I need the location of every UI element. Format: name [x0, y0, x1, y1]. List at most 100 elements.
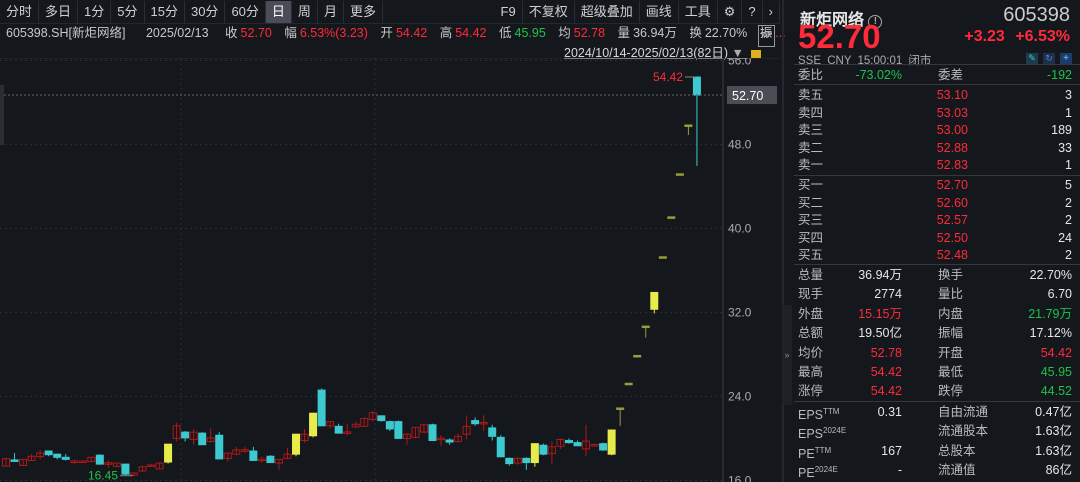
level-price: 52.57: [936, 213, 968, 227]
lock-icon[interactable]: [751, 49, 762, 58]
candle-body: [334, 425, 343, 434]
period-toolbar: 分时 多日 1分 5分 15分 30分 60分日周月更多 F9 不复权 超级叠加 画线 工具 ⚙? ›: [0, 0, 780, 24]
candle-body: [164, 443, 173, 463]
period-tab[interactable]: 月: [318, 0, 344, 23]
level-volume: 2: [1065, 248, 1072, 262]
last-price-label: 52.70: [732, 89, 763, 103]
candle-body: [658, 256, 667, 259]
level-volume: 33: [1058, 140, 1072, 155]
fin-row: EPSTTM 0.31 自由流通 0.47亿: [798, 403, 1072, 422]
order-book-row: 卖二 52.88 33: [798, 139, 1072, 157]
collapse-handle[interactable]: »: [782, 305, 792, 405]
refresh-icon[interactable]: ↻: [1043, 53, 1055, 64]
fin-row: EPS2024E 流通股本 1.63亿: [798, 422, 1072, 442]
toolbar-button[interactable]: 超级叠加: [575, 1, 640, 23]
level-volume: 2: [1065, 195, 1072, 210]
level-price: 53.00: [936, 123, 968, 137]
toolbar-button[interactable]: 不复权: [523, 1, 575, 23]
fin-value: 86亿: [1045, 463, 1072, 478]
fin-label-sup: 2024E: [823, 426, 847, 436]
avg-label: 均: [558, 26, 571, 40]
amp-value: 6.53%(3.23): [299, 26, 368, 40]
stat-value: 2774: [874, 287, 902, 302]
period-tab[interactable]: 分时: [0, 0, 40, 23]
period-tab[interactable]: 60分: [225, 0, 266, 23]
toolbar-button[interactable]: F9: [495, 1, 523, 23]
stat-value: 15.15万: [858, 306, 902, 321]
vol-value: 36.94万: [633, 26, 677, 40]
quote-info-line: 605398.SH[新炬网络] 2025/02/13 收 52.70 幅 6.53%…: [6, 24, 786, 47]
stat-row: 均价 52.78 开盘 54.42: [798, 344, 1072, 362]
candle-body: [488, 427, 497, 437]
fin-value: 0.31: [877, 405, 902, 419]
candle-body: [505, 457, 514, 465]
fin-label: PE: [798, 446, 815, 461]
max-price-label: 54.42: [653, 70, 683, 84]
period-tab[interactable]: 更多: [344, 0, 383, 23]
order-ratio-row: 委比 -73.02% 委差 -192: [798, 66, 1072, 84]
turn-label: 换: [689, 26, 702, 40]
candle-body: [599, 443, 608, 451]
level-label: 卖一: [798, 158, 824, 172]
candlestick-chart[interactable]: 56.0 48.0 40.0 32.0 24.0 16.0 52.70 54.42 16.45: [0, 58, 780, 482]
level-price: 52.70: [936, 178, 968, 192]
candle-body: [309, 412, 318, 437]
candle-body: [95, 454, 104, 465]
order-book-row: 买五 52.48 2: [798, 246, 1072, 264]
stat-row: 总额 19.50亿 振幅 17.12%: [798, 324, 1072, 342]
close-value: 52.70: [240, 26, 272, 40]
stat-value: 19.50亿: [858, 326, 902, 341]
y-tick-label: 24.0: [728, 389, 752, 403]
left-scroll-handle[interactable]: [0, 85, 4, 145]
period-tab[interactable]: 日: [265, 0, 292, 23]
candle-body: [377, 415, 386, 422]
gear-icon[interactable]: ⚙: [718, 1, 743, 23]
close-label: 收: [225, 26, 238, 40]
period-tab[interactable]: 多日: [39, 0, 79, 23]
avg-value: 52.78: [573, 26, 606, 40]
level-label: 卖二: [798, 140, 824, 155]
quote-panel: 新炬网络 ! 605398 52.70 +3.23 +6.53% SSE CNY…: [782, 0, 1080, 482]
help-icon[interactable]: ?: [742, 1, 763, 23]
high-value: 54.42: [455, 26, 487, 40]
open-value: 54.42: [395, 26, 428, 40]
level-label: 卖五: [798, 88, 824, 102]
period-tab[interactable]: 周: [292, 0, 318, 23]
candle-body: [53, 453, 62, 458]
chevron-right-icon[interactable]: ›: [763, 1, 780, 23]
last-price: 52.70: [798, 18, 881, 55]
order-book-row: 卖一 52.83 1: [798, 156, 1072, 174]
level-price: 52.48: [936, 248, 968, 262]
period-tab[interactable]: 15分: [145, 0, 185, 23]
candle-body: [530, 443, 539, 464]
stat-value: 44.52: [1040, 384, 1072, 399]
order-book-row: 买一 52.70 5: [798, 176, 1072, 194]
candle-body: [633, 354, 642, 358]
fin-label: EPS: [798, 427, 824, 442]
candle-body: [394, 421, 403, 439]
toolbar-button[interactable]: 工具: [679, 1, 718, 23]
change-value: +3.23: [964, 28, 1005, 45]
candle-body: [181, 431, 190, 439]
fin-value: 167: [881, 443, 902, 458]
y-tick-label: 48.0: [728, 137, 752, 151]
period-tab[interactable]: 5分: [111, 0, 145, 23]
stat-label: 总量: [798, 268, 824, 282]
stock-code: 605398.SH[新炬网络]: [6, 26, 126, 40]
stat-row: 现手 2774 量比 6.70: [798, 285, 1072, 303]
pencil-icon[interactable]: ✎: [1026, 53, 1038, 64]
high-label: 高: [439, 26, 453, 40]
plus-icon[interactable]: +: [1060, 53, 1072, 64]
stat-row: 最高 54.42 最低 45.95: [798, 363, 1072, 381]
level-price: 53.10: [936, 88, 968, 102]
period-tab[interactable]: 30分: [185, 0, 226, 23]
candle-body: [428, 424, 437, 442]
date: 2025/02/13: [145, 26, 209, 40]
period-tab[interactable]: 1分: [78, 0, 112, 23]
stat-value: 17.12%: [1029, 326, 1072, 341]
level-price: 52.83: [936, 158, 968, 172]
stat-label: 内盘: [938, 306, 964, 321]
fin-label: 流通值: [938, 463, 976, 478]
toolbar-button[interactable]: 画线: [640, 1, 679, 23]
y-tick-label: 40.0: [728, 221, 752, 235]
